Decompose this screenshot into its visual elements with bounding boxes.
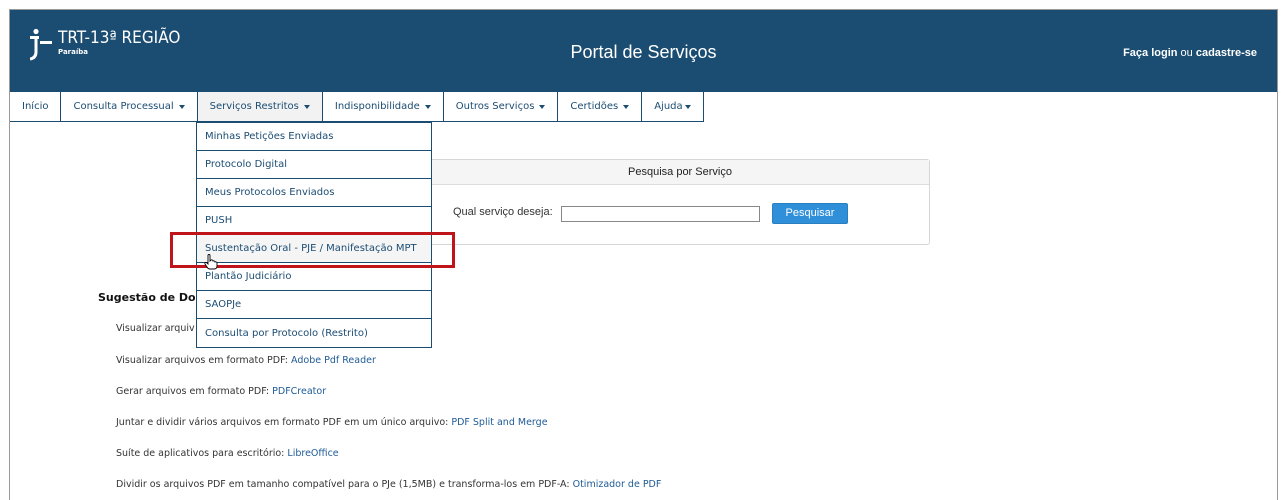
- search-input[interactable]: [561, 206, 760, 222]
- nav-label: Consulta Processual: [73, 101, 174, 112]
- main-nav: Início Consulta Processual Serviços Rest…: [10, 92, 704, 122]
- nav-item-indisponibilidade[interactable]: Indisponibilidade: [322, 92, 444, 122]
- search-label: Qual serviço deseja:: [453, 206, 553, 218]
- nav-item-ajuda[interactable]: Ajuda: [642, 92, 704, 122]
- suggestion-text: Visualizar arquiv: [116, 323, 195, 334]
- nav-item-consulta-processual[interactable]: Consulta Processual: [61, 92, 198, 122]
- suggestion-text: Visualizar arquivos em formato PDF:: [116, 355, 292, 366]
- nav-label: Início: [22, 101, 49, 112]
- register-link[interactable]: cadastre-se: [1196, 47, 1257, 59]
- login-separator: ou: [1177, 47, 1196, 59]
- suggestion-text: Gerar arquivos em formato PDF:: [116, 386, 273, 397]
- menu-item-push[interactable]: PUSH: [197, 207, 431, 235]
- suggestion-line: Dividir os arquivos PDF em tamanho compa…: [116, 479, 661, 490]
- caret-down-icon: [623, 104, 630, 109]
- suggestion-line: Visualizar arquiv: [116, 323, 195, 334]
- site-header: TRT-13ª REGIÃO Paraíba Portal de Serviço…: [10, 10, 1277, 92]
- nav-item-servicos-restritos[interactable]: Serviços Restritos: [197, 92, 323, 122]
- search-button[interactable]: Pesquisar: [772, 203, 848, 224]
- pdf-split-merge-link[interactable]: PDF Split and Merge: [451, 417, 547, 428]
- pdfcreator-link[interactable]: PDFCreator: [272, 386, 326, 397]
- suggestion-line: Juntar e dividir vários arquivos em form…: [116, 417, 548, 428]
- suggestions-title: Sugestão de Do: [98, 291, 196, 304]
- suggestion-line: Gerar arquivos em formato PDF: PDFCreato…: [116, 386, 326, 397]
- caret-down-icon: [539, 104, 546, 109]
- login-link[interactable]: Faça login: [1123, 47, 1177, 59]
- nav-label: Outros Serviços: [455, 101, 535, 112]
- nav-item-outros-servicos[interactable]: Outros Serviços: [443, 92, 559, 122]
- menu-item-minhas-peticoes[interactable]: Minhas Petições Enviadas: [197, 123, 431, 151]
- nav-label: Certidões: [570, 101, 619, 112]
- caret-down-icon: [684, 104, 691, 109]
- pdf-optimizer-link[interactable]: Otimizador de PDF: [573, 479, 662, 490]
- adobe-pdf-reader-link[interactable]: Adobe Pdf Reader: [291, 355, 376, 366]
- suggestion-text: Suíte de aplicativos para escritório:: [116, 448, 288, 459]
- menu-item-consulta-protocolo[interactable]: Consulta por Protocolo (Restrito): [197, 319, 431, 347]
- suggestion-line: Visualizar arquivos em formato PDF: Adob…: [116, 355, 376, 366]
- suggestion-text: Dividir os arquivos PDF em tamanho compa…: [116, 479, 573, 490]
- libreoffice-link[interactable]: LibreOffice: [287, 448, 338, 459]
- nav-label: Indisponibilidade: [334, 101, 420, 112]
- caret-down-icon: [303, 104, 310, 109]
- menu-item-protocolo-digital[interactable]: Protocolo Digital: [197, 151, 431, 179]
- nav-label: Serviços Restritos: [209, 101, 299, 112]
- search-panel-title: Pesquisa por Serviço: [431, 160, 929, 185]
- nav-item-certidoes[interactable]: Certidões: [558, 92, 643, 122]
- menu-item-meus-protocolos[interactable]: Meus Protocolos Enviados: [197, 179, 431, 207]
- nav-item-inicio[interactable]: Início: [10, 92, 62, 122]
- suggestion-text: Juntar e dividir vários arquivos em form…: [116, 417, 452, 428]
- menu-item-saopje[interactable]: SAOPJe: [197, 291, 431, 319]
- browser-page: TRT-13ª REGIÃO Paraíba Portal de Serviço…: [9, 9, 1278, 500]
- page-title: Portal de Serviços: [570, 42, 717, 62]
- search-panel: Pesquisa por Serviço Qual serviço deseja…: [430, 159, 930, 245]
- hand-cursor-icon: [204, 254, 218, 270]
- caret-down-icon: [424, 104, 431, 109]
- login-area: Faça login ou cadastre-se: [1123, 47, 1257, 59]
- nav-label: Ajuda: [654, 101, 683, 112]
- suggestion-line: Suíte de aplicativos para escritório: Li…: [116, 448, 339, 459]
- caret-down-icon: [178, 104, 185, 109]
